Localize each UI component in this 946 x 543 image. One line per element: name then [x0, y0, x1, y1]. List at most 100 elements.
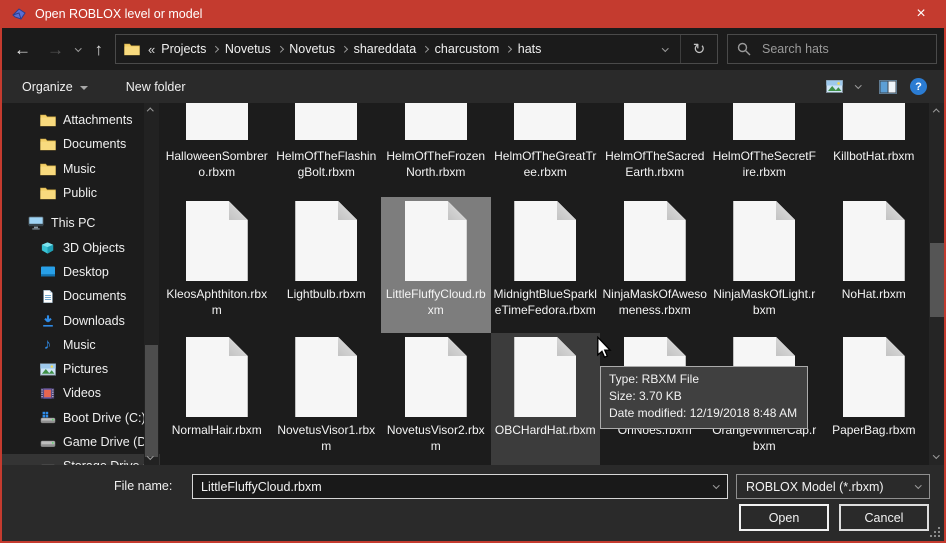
- file-tile[interactable]: NoHat.rbxm: [819, 197, 929, 333]
- preview-pane-button[interactable]: [879, 80, 897, 94]
- open-button-label: Open: [769, 511, 800, 525]
- breadcrumb-item-shareddata[interactable]: shareddata: [348, 42, 423, 56]
- view-dropdown-chevron-icon[interactable]: [855, 82, 861, 88]
- scroll-down-icon[interactable]: [933, 452, 939, 458]
- file-name-label: KleosAphthiton.rbxm: [164, 287, 269, 318]
- breadcrumb-separator-icon: [277, 46, 283, 52]
- file-name-label: NovetusVisor2.rbxm: [383, 423, 488, 454]
- sidebar-item-storage-drive-g[interactable]: Storage Drive (G: [2, 454, 160, 465]
- search-input[interactable]: [760, 41, 927, 57]
- file-tile[interactable]: HalloweenSombrero.rbxm: [162, 103, 272, 197]
- sidebar-item-label: Boot Drive (C:): [63, 411, 146, 425]
- tooltip-line: Date modified: 12/19/2018 8:48 AM: [609, 405, 797, 422]
- file-name-input[interactable]: [193, 480, 714, 494]
- sidebar-item-game-drive-d[interactable]: Game Drive (D:): [2, 430, 160, 454]
- sidebar-item-documents[interactable]: Documents: [2, 132, 160, 156]
- file-type-select[interactable]: ROBLOX Model (*.rbxm): [736, 474, 930, 499]
- change-view-button[interactable]: [826, 80, 843, 93]
- help-icon: ?: [915, 81, 922, 93]
- sidebar-item-this-pc[interactable]: This PC: [2, 211, 160, 235]
- breadcrumb-item-novetus[interactable]: Novetus: [283, 42, 341, 56]
- file-list-scrollbar[interactable]: [929, 103, 945, 465]
- breadcrumb-overflow-icon[interactable]: «: [148, 42, 155, 57]
- sidebar-item-music[interactable]: ♪Music: [2, 333, 160, 357]
- picture-icon: [39, 362, 56, 377]
- file-tile[interactable]: HelmOfTheSecretFire.rbxm: [710, 103, 820, 197]
- title-bar[interactable]: Open ROBLOX level or model ×: [2, 0, 944, 28]
- file-tile[interactable]: KleosAphthiton.rbxm: [162, 197, 272, 333]
- file-tile[interactable]: KillbotHat.rbxm: [819, 103, 929, 197]
- sidebar-item-attachments[interactable]: Attachments: [2, 108, 160, 132]
- breadcrumb-item-charcustom[interactable]: charcustom: [429, 42, 506, 56]
- sidebar-item-pictures[interactable]: Pictures: [2, 357, 160, 381]
- file-type-dropdown-icon: [915, 482, 921, 488]
- command-toolbar: Organize New folder ?: [2, 70, 944, 103]
- sidebar-item-label: Attachments: [63, 113, 132, 127]
- sidebar-item-desktop[interactable]: Desktop: [2, 260, 160, 284]
- file-tile[interactable]: MidnightBlueSparkleTimeFedora.rbxm: [491, 197, 601, 333]
- sidebar-item-label: 3D Objects: [63, 241, 125, 255]
- close-button[interactable]: ×: [898, 0, 944, 28]
- organize-dropdown-icon: [80, 86, 88, 90]
- file-tile[interactable]: Lightbulb.rbxm: [272, 197, 382, 333]
- file-name-dropdown-icon[interactable]: [713, 482, 719, 488]
- breadcrumb-separator-icon: [422, 46, 428, 52]
- new-folder-button[interactable]: New folder: [126, 80, 186, 94]
- recent-locations-chevron-icon[interactable]: [75, 45, 81, 51]
- sidebar-scrollbar[interactable]: [144, 103, 159, 465]
- refresh-icon[interactable]: ↻: [681, 40, 717, 58]
- file-tile[interactable]: NormalHair.rbxm: [162, 333, 272, 465]
- file-tile[interactable]: NinjaMaskOfAwesomeness.rbxm: [600, 197, 710, 333]
- sidebar-item-downloads[interactable]: Downloads: [2, 308, 160, 332]
- breadcrumb-item-projects[interactable]: Projects: [155, 42, 212, 56]
- address-bar[interactable]: « Projects Novetus Novetus shareddata charcu…: [115, 34, 718, 64]
- sidebar-item-public[interactable]: Public: [2, 181, 160, 205]
- file-tile[interactable]: NovetusVisor1.rbxm: [272, 333, 382, 465]
- file-tile[interactable]: OBCHardHat.rbxm: [491, 333, 601, 465]
- page-fold-icon: [776, 337, 795, 356]
- scroll-up-icon[interactable]: [147, 108, 153, 114]
- sidebar-item-music[interactable]: Music: [2, 157, 160, 181]
- address-dropdown-chevron-icon[interactable]: [662, 45, 668, 51]
- file-list-scrollbar-thumb[interactable]: [930, 243, 945, 317]
- rbxm-file-icon: [624, 103, 686, 140]
- sidebar-item-documents[interactable]: Documents: [2, 284, 160, 308]
- rbxm-file-icon: [295, 337, 357, 417]
- file-tile[interactable]: HelmOfTheGreatTree.rbxm: [491, 103, 601, 197]
- breadcrumb-separator-icon: [505, 46, 511, 52]
- file-tile[interactable]: HelmOfTheFlashingBolt.rbxm: [272, 103, 382, 197]
- breadcrumb-item-novetus[interactable]: Novetus: [219, 42, 277, 56]
- sidebar-item-boot-drive-c[interactable]: Boot Drive (C:): [2, 406, 160, 430]
- scroll-up-icon[interactable]: [933, 109, 939, 115]
- help-button[interactable]: ?: [910, 78, 927, 95]
- open-button[interactable]: Open: [739, 504, 829, 531]
- file-tile[interactable]: PaperBag.rbxm: [819, 333, 929, 465]
- cancel-button-label: Cancel: [865, 511, 904, 525]
- video-icon: [39, 386, 56, 401]
- rbxm-file-icon: [514, 337, 576, 417]
- file-tile[interactable]: LittleFluffyCloud.rbxm: [381, 197, 491, 333]
- organize-button[interactable]: Organize: [22, 80, 88, 94]
- back-icon[interactable]: ←: [14, 41, 31, 58]
- rbxm-file-icon: [405, 201, 467, 281]
- sidebar-item-3d-objects[interactable]: 3D Objects: [2, 235, 160, 259]
- file-tile[interactable]: NinjaMaskOfLight.rbxm: [710, 197, 820, 333]
- forward-icon[interactable]: →: [47, 41, 64, 58]
- file-tile[interactable]: NovetusVisor2.rbxm: [381, 333, 491, 465]
- sidebar-item-label: Documents: [63, 137, 126, 151]
- file-tile[interactable]: HelmOfTheFrozenNorth.rbxm: [381, 103, 491, 197]
- rbxm-file-icon: [186, 337, 248, 417]
- resize-grip-icon[interactable]: [929, 526, 940, 537]
- page-fold-icon: [338, 337, 357, 356]
- sidebar-scrollbar-thumb[interactable]: [145, 345, 158, 457]
- file-tile[interactable]: HelmOfTheSacredEarth.rbxm: [600, 103, 710, 197]
- sidebar-item-label: This PC: [51, 216, 95, 230]
- cancel-button[interactable]: Cancel: [839, 504, 929, 531]
- up-icon[interactable]: ↑: [95, 41, 104, 58]
- sidebar-item-videos[interactable]: Videos: [2, 381, 160, 405]
- breadcrumb-item-hats[interactable]: hats: [512, 42, 548, 56]
- file-name-label: NovetusVisor1.rbxm: [274, 423, 379, 454]
- search-box[interactable]: [727, 34, 937, 64]
- page-fold-icon: [667, 201, 686, 220]
- file-name-label: OBCHardHat.rbxm: [495, 423, 596, 439]
